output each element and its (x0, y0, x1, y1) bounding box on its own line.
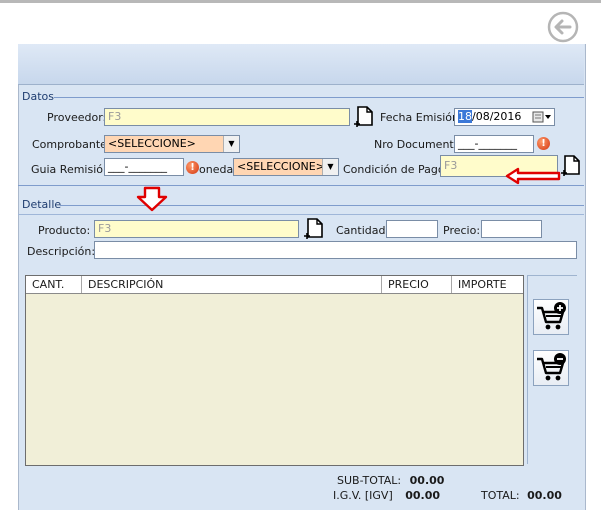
total: TOTAL: 00.00 (481, 489, 562, 502)
subtotal-label: SUB-TOTAL: (337, 474, 402, 487)
producto-label: Producto: (38, 224, 91, 237)
descripcion-label: Descripción: (27, 245, 96, 258)
producto-field[interactable]: F3 (94, 220, 299, 238)
guia-remision-label: Guia Remisión: (31, 163, 114, 176)
producto-new-doc-icon[interactable] (302, 217, 326, 241)
guia-remision-field[interactable]: ___-_______ (104, 158, 184, 176)
subtotal-value: 00.00 (409, 474, 445, 487)
back-arrow-icon (547, 11, 579, 43)
chevron-down-icon[interactable]: ▼ (223, 136, 239, 152)
condicion-new-doc-icon[interactable] (559, 154, 583, 178)
fecha-emision-picker[interactable]: 18/08/2016 (454, 108, 555, 126)
precio-label: Precio: (443, 224, 481, 237)
datos-group-title: Datos (22, 90, 54, 103)
detalle-group-title: Detalle (22, 198, 62, 211)
descripcion-field[interactable] (94, 241, 577, 259)
back-button[interactable] (546, 10, 580, 44)
fecha-emision-label: Fecha Emisión: (380, 111, 463, 124)
col-cant[interactable]: CANT. (26, 276, 82, 293)
chevron-down-icon[interactable]: ▼ (322, 159, 338, 175)
detail-grid[interactable]: CANT. DESCRIPCIÓN PRECIO IMPORTE (25, 275, 524, 466)
nro-documento-label: Nro Documento: (374, 138, 465, 151)
condicion-pago-label: Condición de Pago: (343, 163, 449, 176)
nro-documento-field[interactable]: ___-_______ (454, 135, 534, 153)
datos-divider (54, 97, 584, 98)
igv-value: 00.00 (405, 489, 441, 502)
col-importe[interactable]: IMPORTE (452, 276, 523, 293)
toolbar (18, 44, 584, 85)
cart-remove-icon (537, 353, 566, 381)
window-top-border (0, 0, 601, 3)
calendar-dropdown-icon[interactable] (532, 110, 552, 124)
error-icon: ! (537, 137, 550, 150)
add-item-button[interactable] (533, 299, 569, 335)
moneda-value: <SELECCIONE> (237, 160, 325, 173)
cart-add-icon (537, 302, 566, 330)
total-value: 00.00 (527, 489, 562, 502)
grid-header: CANT. DESCRIPCIÓN PRECIO IMPORTE (26, 276, 523, 294)
proveedor-field[interactable]: F3 (104, 108, 350, 126)
moneda-label: oneda: (199, 163, 237, 176)
comprobante-select[interactable]: <SELECCIONE> ▼ (104, 135, 240, 153)
comprobante-value: <SELECCIONE> (108, 137, 196, 150)
comprobante-label: Comprobante: (32, 138, 111, 151)
proveedor-new-doc-icon[interactable] (352, 105, 376, 129)
col-descripcion[interactable]: DESCRIPCIÓN (82, 276, 382, 293)
igv-label: I.G.V. [IGV] (333, 489, 393, 502)
fecha-rest: /08/2016 (472, 110, 522, 123)
datos-bottom-divider (18, 185, 584, 186)
igv: I.G.V. [IGV] 00.00 (333, 489, 440, 502)
annotation-arrow-left-icon (505, 167, 561, 185)
subtotal: SUB-TOTAL: 00.00 (337, 474, 444, 487)
precio-field[interactable] (481, 220, 542, 238)
cantidad-label: Cantidad: (336, 224, 390, 237)
remove-item-button[interactable] (533, 350, 569, 386)
moneda-select[interactable]: <SELECCIONE> ▼ (233, 158, 339, 176)
proveedor-label: Proveedor: (47, 111, 107, 124)
annotation-arrow-down-icon (136, 186, 168, 212)
total-label: TOTAL: (481, 489, 520, 502)
cantidad-field[interactable] (386, 220, 438, 238)
detalle-inner-divider (18, 214, 584, 215)
fecha-day-selected: 18 (458, 110, 472, 123)
col-precio[interactable]: PRECIO (382, 276, 452, 293)
error-icon: ! (186, 161, 199, 174)
